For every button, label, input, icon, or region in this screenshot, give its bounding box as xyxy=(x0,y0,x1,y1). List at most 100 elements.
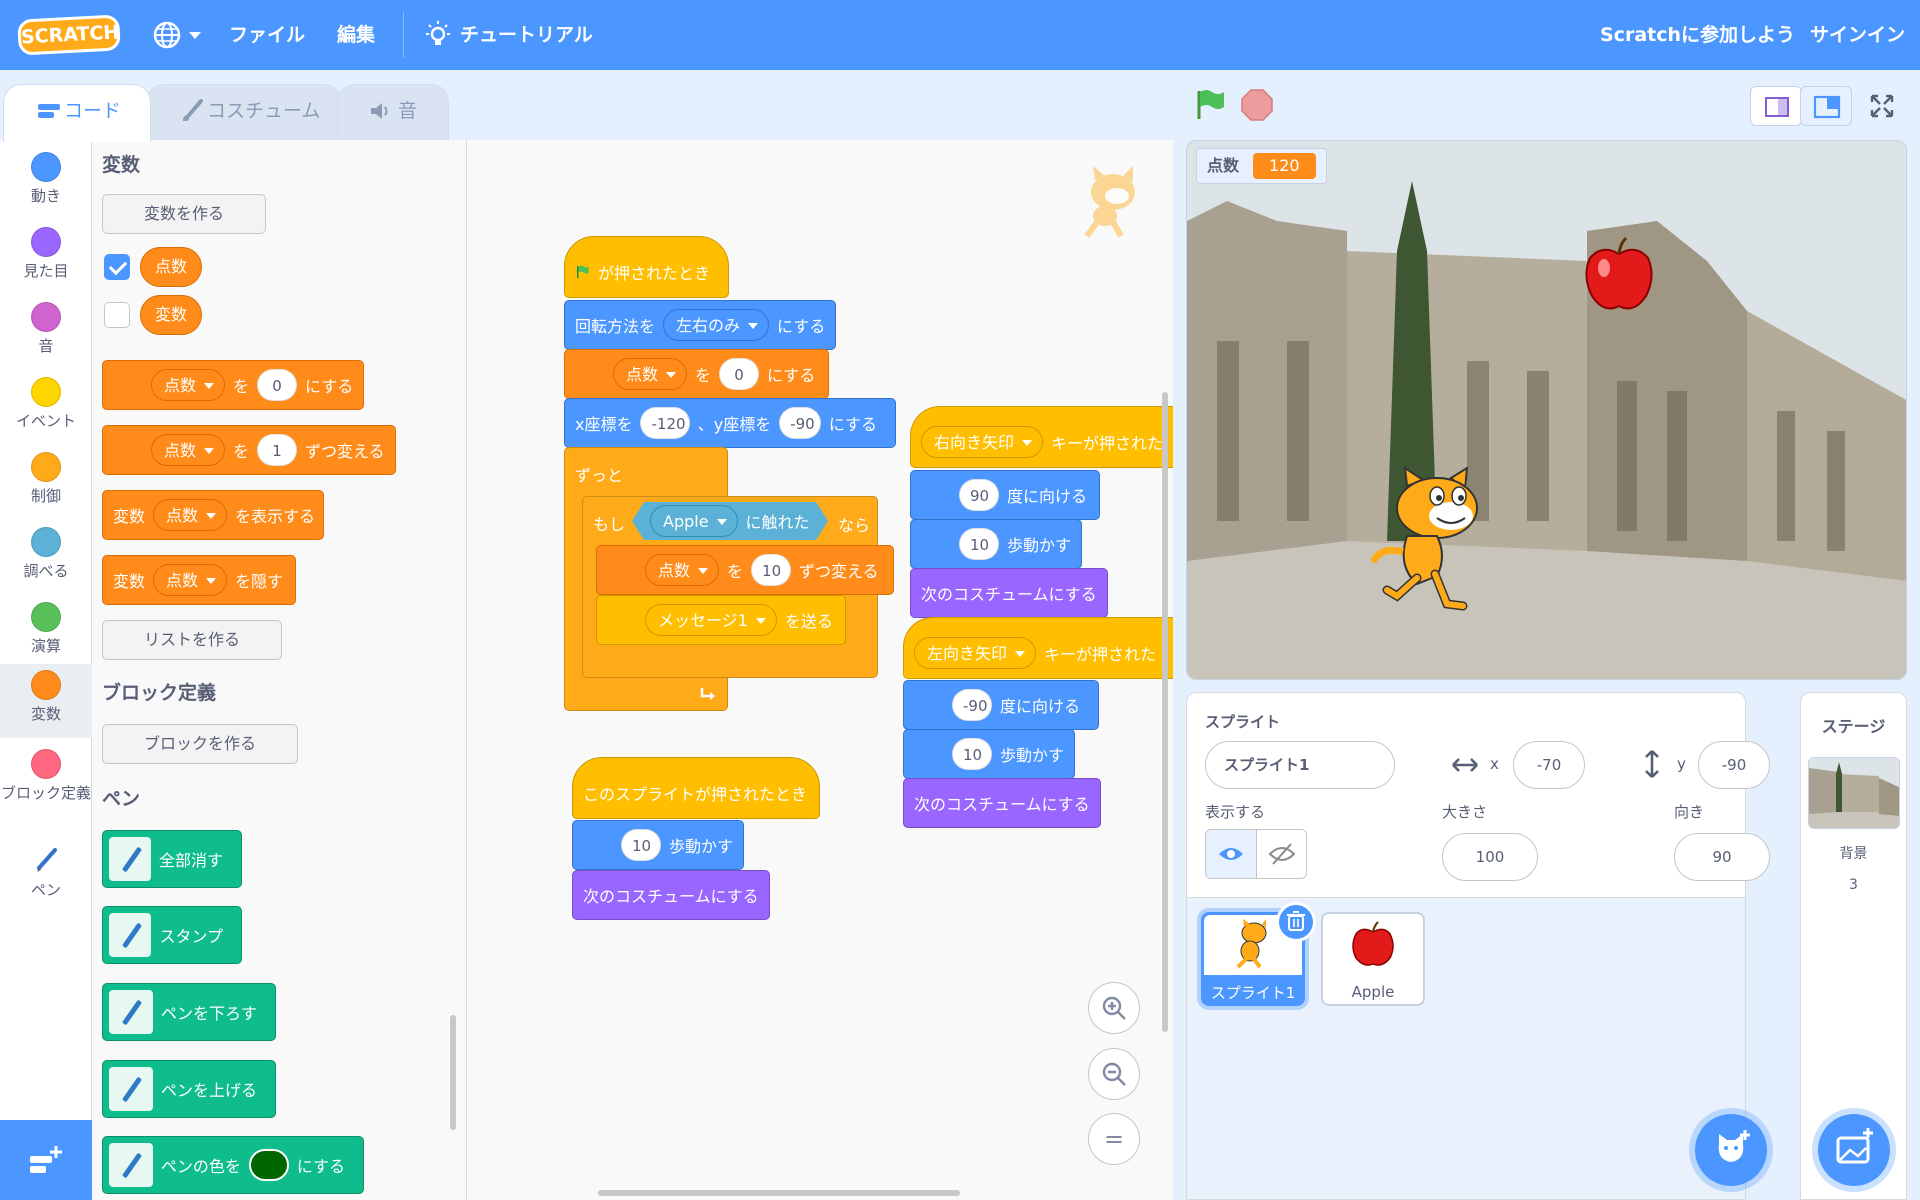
green-flag-icon[interactable] xyxy=(1193,88,1227,122)
x-field[interactable]: -70 xyxy=(1513,741,1585,789)
variable-checkbox[interactable] xyxy=(104,302,130,328)
when-sprite-clicked-block[interactable]: このスプライトが押されたとき xyxy=(572,757,820,819)
move-steps-block[interactable]: 10 歩動かす xyxy=(910,519,1082,569)
signin-link[interactable]: サインイン xyxy=(1810,0,1905,70)
palette-scrollbar[interactable] xyxy=(450,1015,456,1130)
when-left-key-pressed-block[interactable]: 左向き矢印 キーが押された xyxy=(903,617,1173,679)
category-variables[interactable]: 変数 xyxy=(0,664,92,738)
change-variable-block[interactable]: 点数を 1 ずつ変える xyxy=(102,425,396,475)
make-variable-button[interactable]: 変数を作る xyxy=(102,194,266,234)
menu-edit[interactable]: 編集 xyxy=(337,0,375,70)
tab-code[interactable]: コード xyxy=(3,84,151,142)
cat-sprite[interactable] xyxy=(1367,466,1497,626)
sprite-list: スプライト1 Apple xyxy=(1186,898,1746,1200)
chevron-down-icon[interactable] xyxy=(189,32,201,39)
myblocks-heading: ブロック定義 xyxy=(102,682,217,704)
small-stage-button[interactable] xyxy=(1750,86,1802,126)
pen-icon xyxy=(37,848,57,872)
sprite-name-field[interactable]: スプライト1 xyxy=(1205,741,1395,789)
set-score-block[interactable]: 点数を 0 にする xyxy=(564,349,829,399)
normal-stage-icon xyxy=(1813,95,1841,119)
category-sound[interactable]: 音 xyxy=(0,296,92,370)
scratch-logo[interactable]: SCRATCH xyxy=(17,14,121,56)
category-operators[interactable]: 演算 xyxy=(0,596,92,670)
make-block-button[interactable]: ブロックを作る xyxy=(102,724,298,764)
y-arrows-icon xyxy=(1645,750,1659,778)
next-costume-block[interactable]: 次のコスチュームにする xyxy=(903,778,1101,828)
pen-icon xyxy=(109,837,151,881)
workspace-horizontal-scrollbar[interactable] xyxy=(598,1190,960,1196)
category-motion[interactable]: 動き xyxy=(0,146,92,220)
zoom-out-icon xyxy=(1102,1062,1126,1086)
point-direction-block[interactable]: -90 度に向ける xyxy=(903,680,1099,730)
category-pen[interactable]: ペン xyxy=(0,840,92,914)
choose-sprite-button[interactable] xyxy=(1695,1114,1767,1186)
tab-costumes[interactable]: コスチューム xyxy=(146,84,342,140)
fullscreen-button[interactable] xyxy=(1860,86,1904,126)
score-monitor-label: 点数 xyxy=(1207,156,1240,175)
category-sensing[interactable]: 調べる xyxy=(0,521,92,595)
lightbulb-icon[interactable] xyxy=(424,20,452,50)
join-link[interactable]: Scratchに参加しよう xyxy=(1600,0,1795,70)
sprite-label: スプライト xyxy=(1205,713,1281,731)
variable-reporter[interactable]: 変数 xyxy=(140,295,203,335)
goto-xy-block[interactable]: x座標を -120 、y座標を -90 にする xyxy=(564,398,896,448)
globe-icon[interactable] xyxy=(152,20,182,50)
score-checkbox[interactable] xyxy=(104,254,130,280)
change-score-block[interactable]: 点数を 10 ずつ変える xyxy=(596,545,894,595)
backdrop-thumbnail[interactable] xyxy=(1807,757,1900,829)
pen-icon xyxy=(109,990,153,1034)
pen-clear-block[interactable]: 全部消す xyxy=(102,830,242,888)
rotation-style-block[interactable]: 回転方法を 左右のみ にする xyxy=(564,300,836,350)
show-button[interactable] xyxy=(1206,830,1257,878)
broadcast-block[interactable]: メッセージ1 を送る xyxy=(596,595,846,645)
set-variable-block[interactable]: 点数を 0 にする xyxy=(102,360,364,410)
next-costume-block[interactable]: 次のコスチュームにする xyxy=(572,870,770,920)
category-myblocks[interactable]: ブロック定義 xyxy=(0,743,92,825)
category-looks[interactable]: 見た目 xyxy=(0,221,92,295)
category-events[interactable]: イベント xyxy=(0,371,92,445)
make-list-button[interactable]: リストを作る xyxy=(102,620,282,660)
zoom-out-button[interactable] xyxy=(1088,1048,1140,1100)
speaker-icon xyxy=(371,103,388,119)
y-field[interactable]: -90 xyxy=(1698,741,1770,789)
backdrop-label: 背景 xyxy=(1839,846,1868,862)
color-swatch[interactable] xyxy=(248,1149,289,1181)
hide-variable-block[interactable]: 変数 点数 を隠す xyxy=(102,555,296,605)
menu-tutorials[interactable]: チュートリアル xyxy=(460,0,593,70)
zoom-in-button[interactable] xyxy=(1088,982,1140,1034)
stage-canvas[interactable] xyxy=(1186,140,1907,680)
add-extension-button[interactable] xyxy=(0,1120,92,1200)
normal-stage-button[interactable] xyxy=(1800,86,1852,126)
touching-block[interactable]: Apple に触れた xyxy=(632,502,828,540)
pen-down-block[interactable]: ペンを下ろす xyxy=(102,983,276,1041)
show-variable-block[interactable]: 変数 点数 を表示する xyxy=(102,490,324,540)
pen-icon xyxy=(109,913,152,957)
zoom-reset-button[interactable]: = xyxy=(1088,1113,1140,1165)
move-steps-block[interactable]: 10 歩動かす xyxy=(572,820,744,870)
when-right-key-pressed-block[interactable]: 右向き矢印 キーが押された xyxy=(910,406,1173,468)
cat-sprite-thumbnail xyxy=(1236,919,1267,969)
next-costume-block[interactable]: 次のコスチュームにする xyxy=(910,568,1108,618)
tab-sounds[interactable]: 音 xyxy=(337,84,449,140)
move-steps-block[interactable]: 10 歩動かす xyxy=(903,729,1075,779)
hide-button[interactable] xyxy=(1257,830,1306,878)
pen-icon xyxy=(109,1067,153,1111)
when-flag-clicked-block[interactable]: が押されたとき xyxy=(564,236,729,298)
pen-stamp-block[interactable]: スタンプ xyxy=(102,906,242,964)
sprite-thumb-apple[interactable]: Apple xyxy=(1321,912,1425,1006)
score-reporter[interactable]: 点数 xyxy=(140,247,203,287)
category-control[interactable]: 制御 xyxy=(0,446,92,520)
pen-up-block[interactable]: ペンを上げる xyxy=(102,1060,276,1118)
apple-sprite[interactable] xyxy=(1582,236,1656,316)
menu-file[interactable]: ファイル xyxy=(229,0,305,70)
eye-icon xyxy=(1219,848,1243,860)
stop-icon[interactable] xyxy=(1240,88,1274,122)
pen-color-block[interactable]: ペンの色を にする xyxy=(102,1136,364,1194)
workspace-vertical-scrollbar[interactable] xyxy=(1162,392,1168,1032)
size-field[interactable]: 100 xyxy=(1442,833,1538,881)
point-direction-block[interactable]: 90 度に向ける xyxy=(910,470,1100,520)
direction-field[interactable]: 90 xyxy=(1674,833,1770,881)
choose-backdrop-button[interactable] xyxy=(1818,1114,1890,1186)
delete-sprite-button[interactable] xyxy=(1276,902,1316,942)
